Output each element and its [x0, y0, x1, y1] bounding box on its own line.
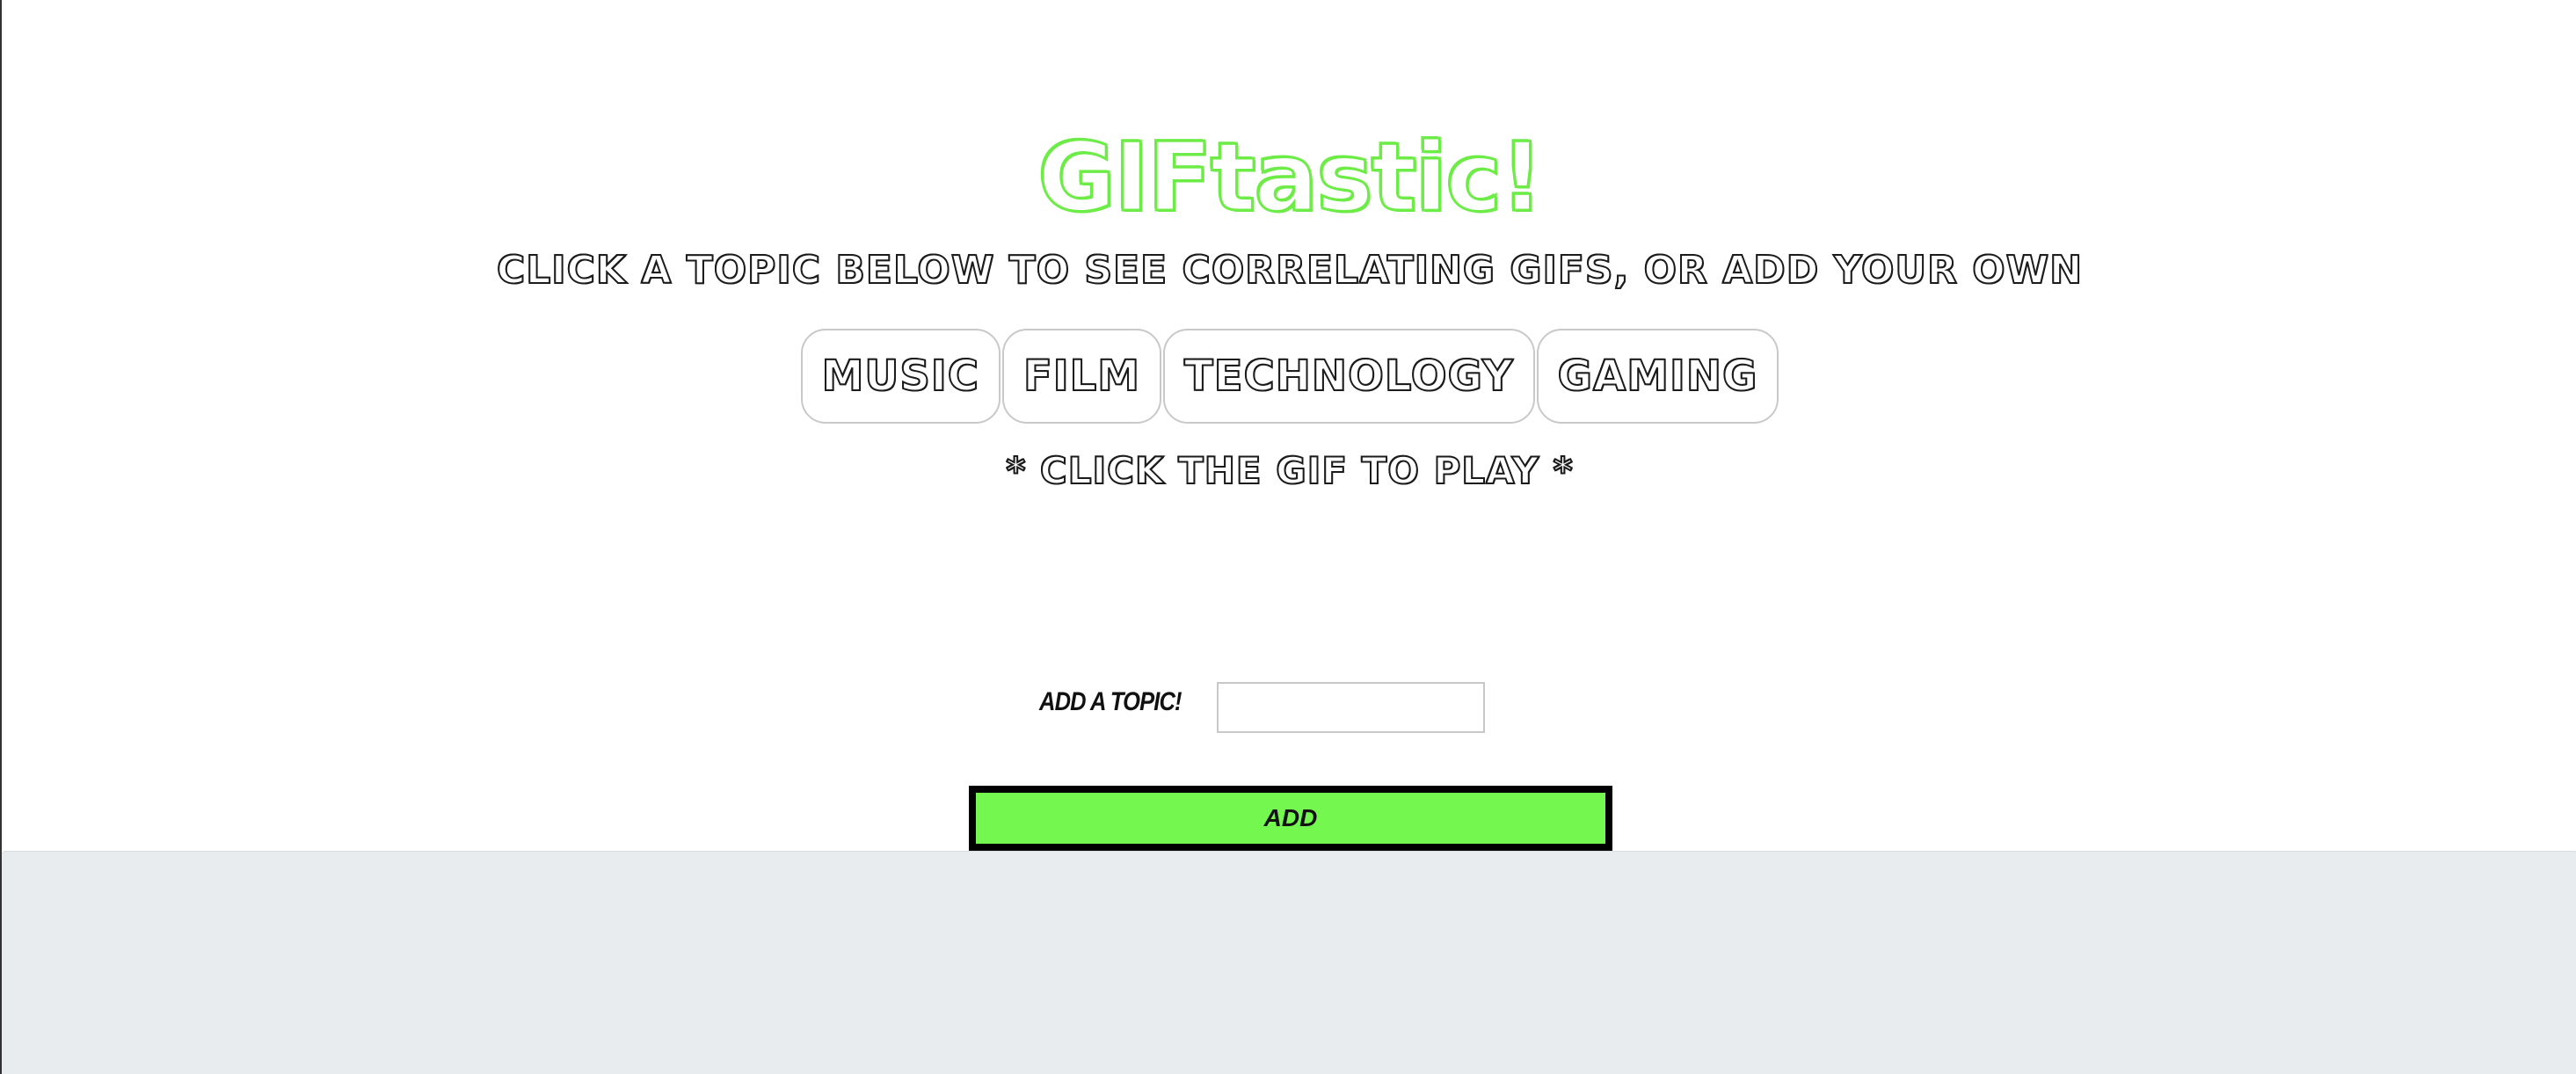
topic-button-technology[interactable]: Technology — [1162, 329, 1535, 424]
page: GIFtastic! Click a topic below to see co… — [0, 0, 2576, 1074]
page-subtitle: Click a topic below to see correlating G… — [496, 247, 2084, 294]
play-hint: * Click the GIF to play * — [1005, 448, 1574, 493]
add-topic-label: Add a topic! — [1039, 687, 1182, 716]
topic-button-film[interactable]: Film — [1001, 329, 1161, 424]
topic-buttons: Music Film Technology Gaming — [2, 329, 2576, 424]
gif-results-panel — [2, 851, 2576, 1074]
add-button[interactable]: Add — [969, 786, 1612, 851]
page-title: GIFtastic! — [1037, 122, 1545, 235]
topic-button-music[interactable]: Music — [800, 329, 1001, 424]
add-topic-input[interactable] — [1217, 682, 1485, 733]
topic-button-gaming[interactable]: Gaming — [1536, 329, 1779, 424]
